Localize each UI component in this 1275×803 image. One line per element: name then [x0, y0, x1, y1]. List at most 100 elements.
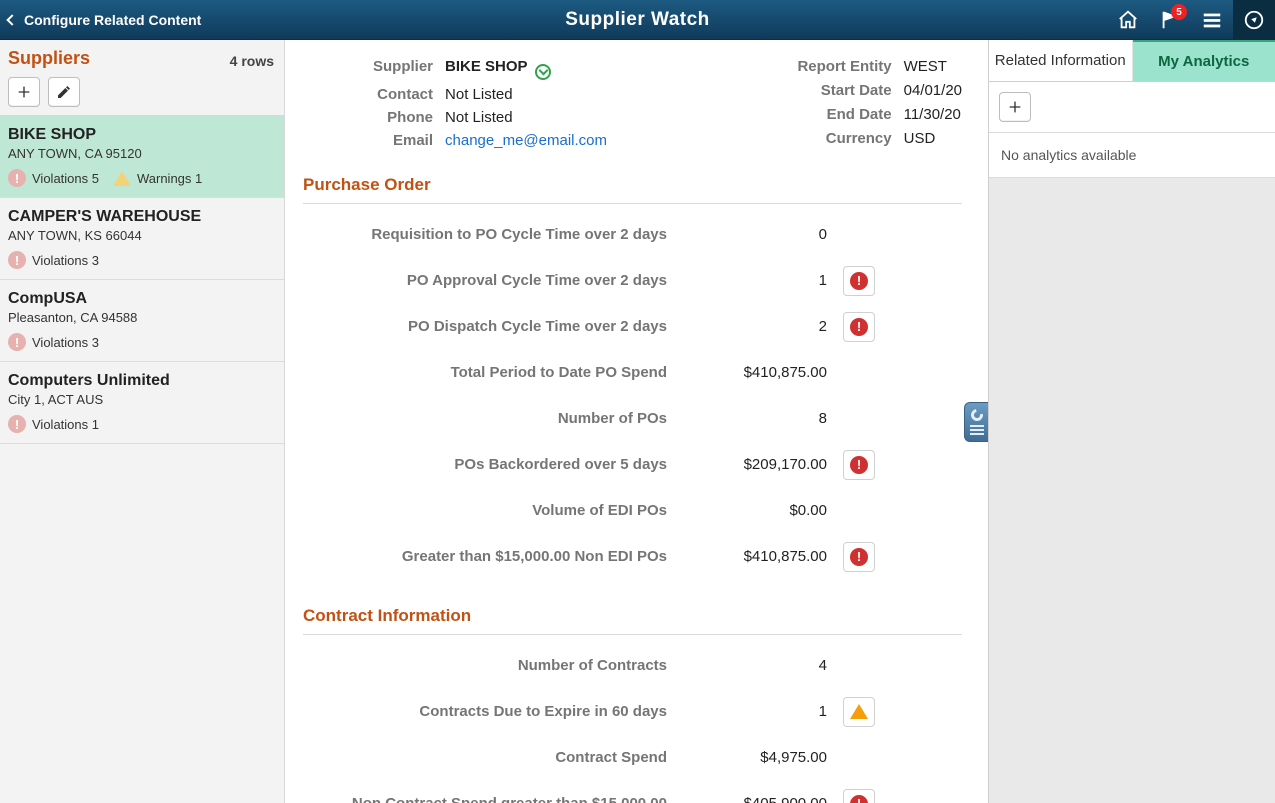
- metric-alert: [843, 697, 903, 727]
- metric-value: $209,170.00: [683, 456, 843, 473]
- alert-button[interactable]: !: [843, 266, 875, 296]
- alert-button[interactable]: !: [843, 789, 875, 803]
- supplier-item[interactable]: CompUSA Pleasanton, CA 94588! Violations 3: [0, 280, 284, 362]
- alert-button[interactable]: !: [843, 312, 875, 342]
- supplier-list: BIKE SHOP ANY TOWN, CA 95120! Violations 5…: [0, 116, 284, 803]
- supplier-item-name: CAMPER'S WAREHOUSE: [8, 208, 274, 226]
- notifications-button[interactable]: 5: [1149, 0, 1191, 39]
- tab-related-information[interactable]: Related Information: [989, 40, 1133, 81]
- metric-alert: !: [843, 266, 903, 296]
- metric-value: 1: [683, 272, 843, 289]
- metric-row: Requisition to PO Cycle Time over 2 days…: [303, 212, 962, 258]
- currency-label: Currency: [797, 130, 891, 147]
- app-header: Configure Related Content Supplier Watch…: [0, 0, 1275, 40]
- chevron-left-icon: [6, 14, 17, 25]
- metric-alert: !: [843, 312, 903, 342]
- pencil-icon: [56, 84, 72, 100]
- metric-label: Non Contract Spend greater than $15,000.…: [303, 795, 683, 803]
- supplier-name-text: BIKE SHOP: [445, 58, 527, 75]
- report-entity-label: Report Entity: [797, 58, 891, 75]
- supplier-item-addr: Pleasanton, CA 94588: [8, 310, 274, 325]
- alert-icon: !: [8, 333, 26, 351]
- supplier-item-name: Computers Unlimited: [8, 372, 274, 390]
- alert-red-icon: !: [850, 318, 868, 336]
- violations-text: Violations 3: [32, 335, 99, 350]
- supplier-item-addr: City 1, ACT AUS: [8, 392, 274, 407]
- supplier-item[interactable]: Computers Unlimited City 1, ACT AUS !Viola…: [0, 362, 284, 444]
- page-title: Supplier Watch: [565, 9, 710, 31]
- email-link[interactable]: change_me@email.com: [445, 132, 607, 149]
- warning-button[interactable]: [843, 697, 875, 727]
- back-link[interactable]: Configure Related Content: [0, 12, 201, 28]
- analytics-empty-message: No analytics available: [989, 133, 1275, 178]
- right-panel-spacer: [989, 178, 1275, 803]
- metric-value: $0.00: [683, 502, 843, 519]
- menu-button[interactable]: [1191, 0, 1233, 39]
- po-metrics: Requisition to PO Cycle Time over 2 days…: [303, 212, 962, 580]
- alert-red-icon: !: [850, 456, 868, 474]
- metric-label: Greater than $15,000.00 Non EDI POs: [303, 548, 683, 565]
- supplier-item-name: BIKE SHOP: [8, 126, 274, 144]
- supplier-item-name: CompUSA: [8, 290, 274, 308]
- alert-red-icon: !: [850, 795, 868, 803]
- email-value: change_me@email.com: [445, 132, 607, 149]
- sidebar: Suppliers 4 rows BIKE SHOPANY TOWN, CA 9…: [0, 40, 285, 803]
- sidebar-toolbar: [0, 73, 284, 116]
- right-panel-toolbar: [989, 82, 1275, 133]
- contract-section-title: Contract Information: [303, 606, 962, 626]
- email-label: Email: [373, 132, 433, 149]
- edit-supplier-button[interactable]: [48, 77, 80, 107]
- side-handle-toggle[interactable]: [964, 402, 988, 442]
- tab-my-analytics[interactable]: My Analytics: [1133, 39, 1275, 81]
- metric-row: Contracts Due to Expire in 60 days1: [303, 689, 962, 735]
- violations-text: Violations 3: [32, 253, 99, 268]
- currency-value: USD: [904, 130, 962, 147]
- compass-button[interactable]: [1233, 0, 1275, 39]
- metric-value: $410,875.00: [683, 548, 843, 565]
- metric-row: PO Dispatch Cycle Time over 2 days2!: [303, 304, 962, 350]
- home-button[interactable]: [1107, 0, 1149, 39]
- metric-row: Non Contract Spend greater than $15,000.…: [303, 781, 962, 803]
- add-analytics-button[interactable]: [999, 92, 1031, 122]
- supplier-item-flags: !Violations 1: [8, 415, 274, 433]
- metric-row: POs Backordered over 5 days$209,170.00!: [303, 442, 962, 488]
- warning-icon: [113, 171, 131, 186]
- divider: [303, 203, 962, 204]
- supplier-item[interactable]: BIKE SHOP ANY TOWN, CA 95120! Violations 5…: [0, 116, 284, 198]
- alert-red-icon: !: [850, 272, 868, 290]
- supplier-item[interactable]: CAMPER'S WAREHOUSE ANY TOWN, KS 66044! Vio…: [0, 198, 284, 280]
- hamburger-icon: [1201, 9, 1223, 31]
- metric-label: Total Period to Date PO Spend: [303, 364, 683, 381]
- phone-label: Phone: [373, 109, 433, 126]
- violations-flag: ! Violations 3: [8, 333, 99, 351]
- alert-icon: !: [8, 169, 26, 187]
- sidebar-title: Suppliers: [8, 48, 90, 69]
- alert-icon: !: [8, 251, 26, 269]
- po-section-title: Purchase Order: [303, 175, 962, 195]
- supplier-item-flags: ! Violations 3: [8, 333, 274, 351]
- metric-label: POs Backordered over 5 days: [303, 456, 683, 473]
- start-date-label: Start Date: [797, 82, 891, 99]
- alert-icon: !: [8, 415, 26, 433]
- supplier-item-addr: ANY TOWN, CA 95120: [8, 146, 274, 161]
- report-entity-value: WEST: [904, 58, 962, 75]
- violations-flag: ! Violations 5: [8, 169, 99, 187]
- end-date-value: 11/30/20: [904, 106, 962, 123]
- metric-value: $405,900.00: [683, 795, 843, 803]
- metric-value: 0: [683, 226, 843, 243]
- violations-flag: !Violations 1: [8, 415, 99, 433]
- metric-alert: !: [843, 542, 903, 572]
- alert-button[interactable]: !: [843, 450, 875, 480]
- metric-row: Number of POs8: [303, 396, 962, 442]
- metric-row: Volume of EDI POs$0.00: [303, 488, 962, 534]
- add-supplier-button[interactable]: [8, 77, 40, 107]
- metric-value: 4: [683, 657, 843, 674]
- supplier-item-addr: ANY TOWN, KS 66044: [8, 228, 274, 243]
- phone-value: Not Listed: [445, 109, 607, 126]
- violations-text: Violations 5: [32, 171, 99, 186]
- alert-button[interactable]: !: [843, 542, 875, 572]
- end-date-label: End Date: [797, 106, 891, 123]
- metric-row: Total Period to Date PO Spend$410,875.00: [303, 350, 962, 396]
- warnings-flag: Warnings 1: [113, 171, 202, 186]
- contact-value: Not Listed: [445, 86, 607, 103]
